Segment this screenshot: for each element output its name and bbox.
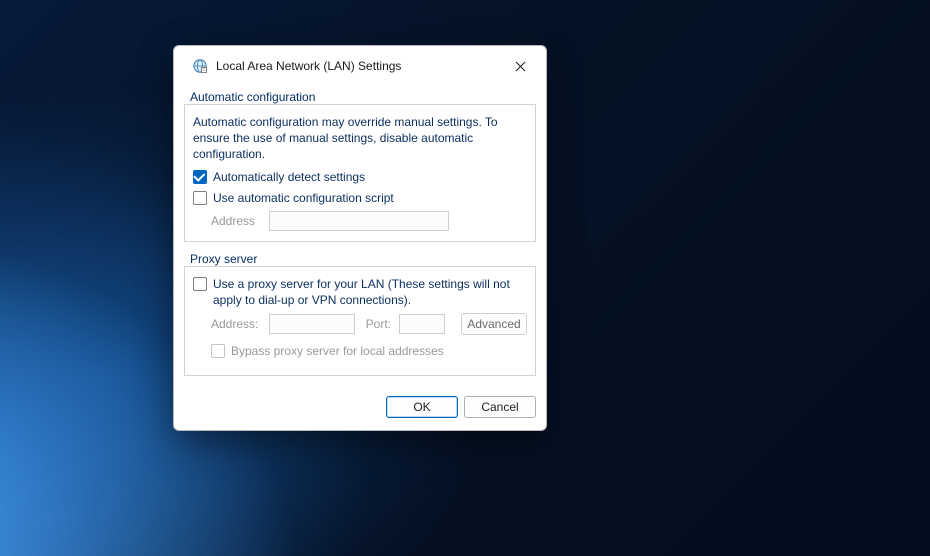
proxy-address-row: Address: Port: Advanced xyxy=(211,313,527,335)
auto-address-row: Address xyxy=(211,211,527,231)
auto-address-label: Address xyxy=(211,214,261,228)
proxy-use-label[interactable]: Use a proxy server for your LAN (These s… xyxy=(213,276,527,308)
auto-config-description: Automatic configuration may override man… xyxy=(193,114,527,163)
auto-script-checkbox[interactable] xyxy=(193,191,207,205)
lan-settings-dialog: Local Area Network (LAN) Settings Automa… xyxy=(173,45,547,431)
bypass-checkbox xyxy=(211,344,225,358)
auto-address-input xyxy=(269,211,449,231)
proxy-group-label: Proxy server xyxy=(190,252,257,266)
auto-script-label[interactable]: Use automatic configuration script xyxy=(213,190,394,206)
proxy-port-label: Port: xyxy=(363,317,391,331)
proxy-port-input xyxy=(399,314,445,334)
proxy-address-label: Address: xyxy=(211,317,261,331)
dialog-footer: OK Cancel xyxy=(174,386,546,430)
auto-script-row: Use automatic configuration script xyxy=(193,190,527,206)
dialog-body: Automatic configuration Automatic config… xyxy=(174,86,546,386)
bypass-label: Bypass proxy server for local addresses xyxy=(231,343,444,359)
proxy-group: Use a proxy server for your LAN (These s… xyxy=(184,266,536,376)
proxy-use-checkbox[interactable] xyxy=(193,277,207,291)
auto-config-group: Automatic configuration may override man… xyxy=(184,104,536,242)
auto-detect-label[interactable]: Automatically detect settings xyxy=(213,169,365,185)
close-button[interactable] xyxy=(504,52,536,80)
bypass-row: Bypass proxy server for local addresses xyxy=(211,343,527,359)
proxy-use-row: Use a proxy server for your LAN (These s… xyxy=(193,276,527,308)
ok-button[interactable]: OK xyxy=(386,396,458,418)
cancel-button[interactable]: Cancel xyxy=(464,396,536,418)
proxy-address-input xyxy=(269,314,355,334)
close-icon xyxy=(515,61,526,72)
dialog-titlebar: Local Area Network (LAN) Settings xyxy=(174,46,546,86)
auto-detect-checkbox[interactable] xyxy=(193,170,207,184)
auto-detect-row: Automatically detect settings xyxy=(193,169,527,185)
globe-icon xyxy=(192,58,208,74)
auto-config-group-label: Automatic configuration xyxy=(190,90,315,104)
dialog-title: Local Area Network (LAN) Settings xyxy=(216,59,504,73)
advanced-button: Advanced xyxy=(461,313,527,335)
